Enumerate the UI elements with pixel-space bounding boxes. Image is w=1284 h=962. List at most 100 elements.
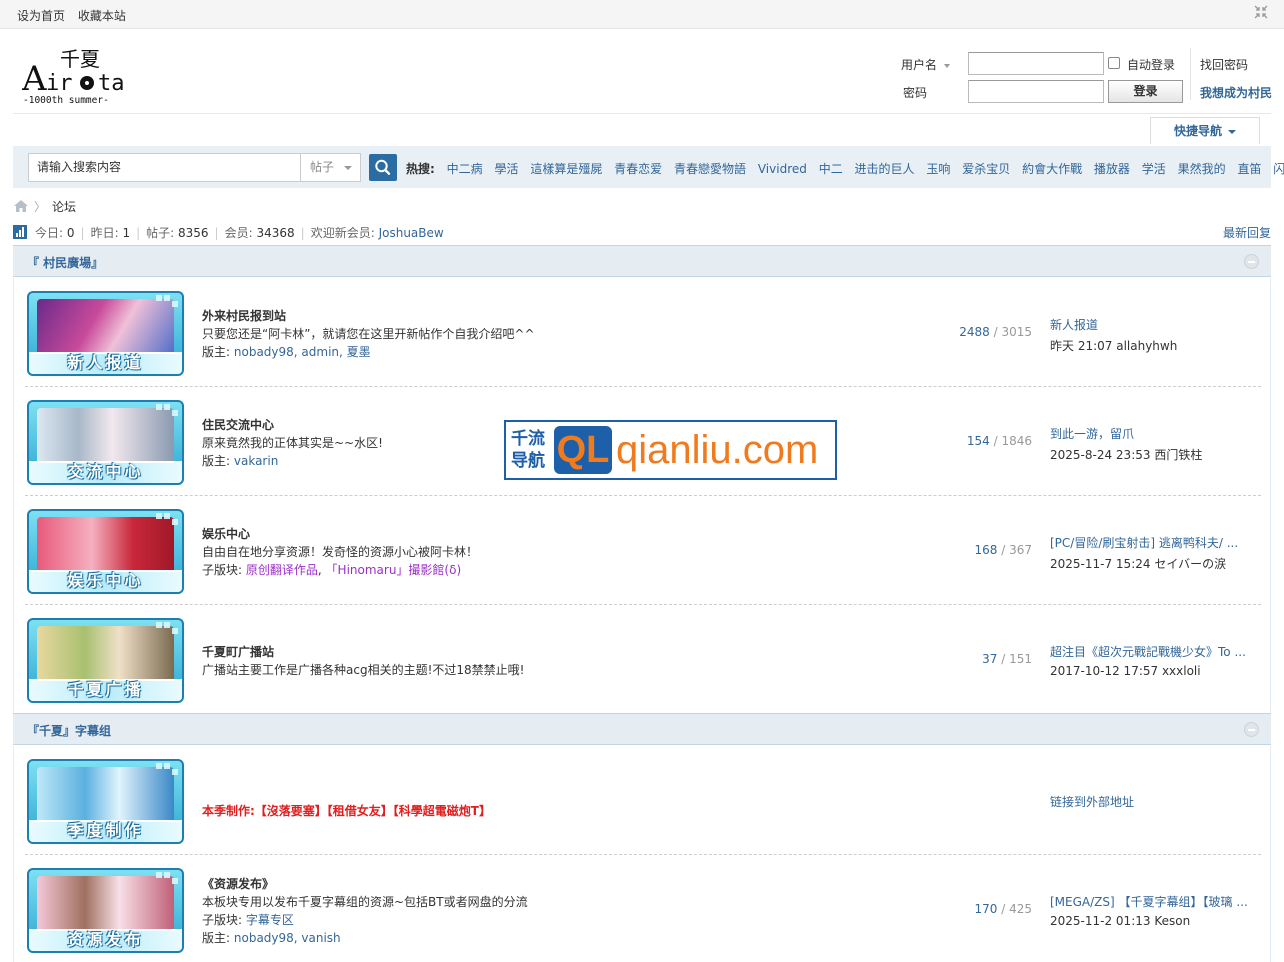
forum-counts: 168 / 367 (974, 543, 1032, 557)
forum-stats: 今日: 0 | 昨日: 1 | 帖子: 8356 | 会员: 34368 | 欢迎新会员: Jo… (13, 224, 444, 241)
forum-description: 自由自在地分享资源！发奇怪的资源小心被阿卡林！ (202, 545, 479, 559)
hot-keyword[interactable]: 這樣算是殭屍 (530, 162, 602, 176)
forum-last-post: 到此一游，留爪 2025-8-24 23:53 西门铁柱 (1050, 425, 1203, 462)
forum-thumbnail[interactable]: 娱乐中心 (27, 509, 184, 594)
subforum-link[interactable]: 「Hinomaru」撮影館(δ) (326, 563, 462, 577)
find-password-link[interactable]: 找回密码 (1200, 56, 1248, 73)
forum-description: 本板块专用以发布千夏字幕组的资源~包括BT或者网盘的分流 (202, 895, 528, 909)
last-post-link[interactable]: [MEGA/ZS] 【千夏字幕组】【玻璃 ... (1050, 893, 1248, 910)
hot-search: 热搜: 中二病 學活 這樣算是殭屍 青春恋爱 青春戀愛物語 Vividred 中… (406, 160, 1284, 177)
hot-keyword[interactable]: 学活 (1142, 162, 1166, 176)
forum-last-post: [PC/冒险/刷宝射击] 逃离鸭科夫/ ... 2025-11-7 15:24 セ… (1050, 534, 1239, 571)
forum-name[interactable]: 本季制作:【沒落要塞】【租借女友】【科學超電磁炮T】 (202, 802, 491, 819)
forum-last-post: 新人报道 昨天 21:07 allahyhwh (1050, 316, 1178, 353)
header-divider (13, 113, 1271, 114)
hot-keyword[interactable]: 进击的巨人 (855, 162, 915, 176)
last-post-link[interactable]: 到此一游，留爪 (1050, 425, 1202, 442)
moderator-link[interactable]: nobady98, admin, 夏墨 (234, 345, 371, 359)
watermark-overlay: 千流 导航 QL qianliu.com (504, 420, 837, 480)
collapse-toggle-icon[interactable] (1244, 254, 1259, 269)
forum-name[interactable]: 千夏町广播站 (202, 643, 274, 660)
hot-keyword[interactable]: Vividred (758, 162, 807, 176)
forum-thumbnail[interactable]: 新人报道 (27, 291, 184, 376)
register-link[interactable]: 我想成为村民 (1200, 84, 1272, 101)
search-type-select[interactable]: 帖子 (300, 153, 361, 182)
forum-moderators: 版主: nobady98, admin, 夏墨 (202, 345, 371, 359)
search-input[interactable]: 请输入搜索内容 (28, 153, 300, 182)
forum-name[interactable]: 娱乐中心 (202, 525, 250, 542)
username-input[interactable] (968, 52, 1104, 75)
forum-last-post: 链接到外部地址 (1050, 793, 1134, 810)
forum-thumbnail[interactable]: 千夏广播 (27, 618, 184, 703)
quick-nav-button[interactable]: 快捷导航 (1150, 117, 1260, 144)
bookmark-link[interactable]: 收藏本站 (78, 9, 126, 23)
login-divider (1190, 48, 1191, 100)
external-link[interactable]: 链接到外部地址 (1050, 793, 1134, 810)
search-icon (375, 159, 391, 175)
svg-text:ta: ta (98, 71, 125, 96)
forum-name[interactable]: 住民交流中心 (202, 416, 274, 433)
hot-keyword[interactable]: 中二 (819, 162, 843, 176)
subforum-link[interactable]: 字幕专区 (246, 913, 294, 927)
forum-row: 季度制作 本季制作:【沒落要塞】【租借女友】【科學超電磁炮T】 链接到外部地址 (13, 746, 1271, 855)
set-home-link[interactable]: 设为首页 (17, 9, 65, 23)
last-post-link[interactable]: 新人报道 (1050, 316, 1177, 333)
chevron-down-icon (943, 63, 950, 68)
forum-moderators: 版主: vakarin (202, 454, 279, 468)
forum-last-post: 超注目《超次元戰記戰機少女》To ... 2017-10-12 17:57 xxx… (1050, 643, 1246, 678)
watermark-domain: qianliu.com (616, 428, 819, 472)
forum-thumbnail[interactable]: 资源发布 (27, 868, 184, 953)
hot-keyword[interactable]: 闪乱神乐 (1273, 162, 1284, 176)
password-label: 密码 (903, 86, 928, 100)
hot-keyword[interactable]: 直笛 (1237, 162, 1261, 176)
last-post-link[interactable]: 超注目《超次元戰記戰機少女》To ... (1050, 643, 1246, 660)
auto-login-label: 自动登录 (1127, 58, 1176, 72)
site-logo[interactable]: 千夏 A ir ta -1000th summer- (21, 44, 134, 108)
newest-member-link[interactable]: JoshuaBew (379, 226, 444, 240)
hot-keyword[interactable]: 約會大作戰 (1022, 162, 1082, 176)
hot-keyword[interactable]: 青春戀愛物語 (674, 162, 746, 176)
collapse-toggle-icon[interactable] (1244, 722, 1259, 737)
subforum-link[interactable]: 原创翻译作品 (246, 563, 318, 577)
hot-keyword[interactable]: 爱杀宝贝 (962, 162, 1010, 176)
svg-text:ir: ir (46, 71, 73, 96)
breadcrumb-current: 论坛 (52, 200, 77, 214)
forum-moderators: 版主: nobady98, vanish (202, 931, 341, 945)
forum-thumbnail[interactable]: 季度制作 (27, 759, 184, 844)
moderator-link[interactable]: vakarin (234, 454, 278, 468)
forum-name[interactable]: 《资源发布》 (202, 875, 274, 892)
category-title[interactable]: 『千夏』字幕组 (27, 722, 111, 739)
hot-keyword[interactable]: 播放器 (1094, 162, 1130, 176)
latest-replies-link[interactable]: 最新回复 (1223, 224, 1271, 241)
hot-keyword[interactable]: 中二病 (447, 162, 483, 176)
chevron-down-icon (344, 166, 352, 170)
login-button[interactable]: 登录 (1108, 80, 1183, 103)
breadcrumb: 〉论坛 (14, 198, 76, 215)
home-icon[interactable] (14, 200, 28, 212)
hot-keyword[interactable]: 果然我的 (1178, 162, 1226, 176)
forum-row: 新人报道 外来村民报到站 只要您还是“阿卡林”，就请您在这里开新帖作个自我介绍吧… (13, 278, 1271, 387)
username-label[interactable]: 用户名 (901, 56, 950, 73)
forum-subforums: 子版块: 字幕专区 (202, 913, 294, 927)
forum-description: 只要您还是“阿卡林”，就请您在这里开新帖作个自我介绍吧^^ (202, 327, 535, 341)
chart-icon (13, 225, 27, 239)
breadcrumb-separator: 〉 (34, 200, 47, 214)
collapse-icon[interactable] (1254, 5, 1268, 19)
last-post-link[interactable]: [PC/冒险/刷宝射击] 逃离鸭科夫/ ... (1050, 534, 1238, 551)
category-title[interactable]: 『 村民廣場』 (27, 254, 103, 271)
logo-sub: -1000th summer- (23, 95, 109, 106)
forum-name[interactable]: 外来村民报到站 (202, 307, 286, 324)
forum-thumbnail[interactable]: 交流中心 (27, 400, 184, 485)
hot-keyword[interactable]: 青春恋爱 (614, 162, 662, 176)
forum-row: 娱乐中心 娱乐中心 自由自在地分享资源！发奇怪的资源小心被阿卡林！ 子版块: 原… (13, 496, 1271, 605)
search-button[interactable] (369, 154, 397, 181)
hot-keyword[interactable]: 學活 (494, 162, 518, 176)
moderator-link[interactable]: nobady98, vanish (234, 931, 341, 945)
forum-counts: 2488 / 3015 (959, 325, 1032, 339)
forum-counts: 154 / 1846 (966, 434, 1032, 448)
auto-login-checkbox[interactable] (1108, 57, 1120, 69)
hot-search-label: 热搜: (406, 162, 435, 176)
hot-keyword[interactable]: 玉响 (926, 162, 950, 176)
forum-description: 广播站主要工作是广播各种acg相关的主题!不过18禁禁止哦! (202, 663, 525, 677)
password-input[interactable] (968, 80, 1104, 103)
